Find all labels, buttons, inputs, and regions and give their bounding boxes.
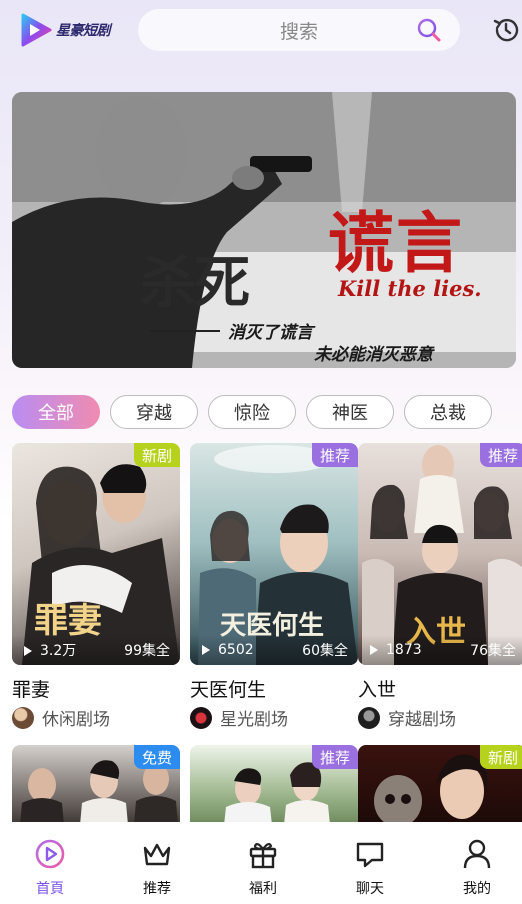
nav-recommend[interactable]: 推荐	[117, 822, 197, 904]
badge-new: 新剧	[479, 745, 522, 769]
banner-title-part2: 谎言	[328, 204, 464, 282]
nav-chat[interactable]: 聊天	[330, 822, 410, 904]
view-count: 3.2万	[24, 640, 76, 660]
studio-name: 星光剧场	[220, 710, 288, 730]
drama-title: 入世	[358, 679, 397, 701]
nav-label: 聊天	[356, 881, 384, 897]
badge-recommend: 推荐	[311, 745, 358, 769]
tab-ceo[interactable]: 总裁	[404, 395, 492, 429]
studio-info: 星光剧场	[190, 705, 288, 730]
poster-meta: 3.2万 99集全	[12, 635, 180, 665]
nav-label: 福利	[249, 881, 277, 897]
banner-title-part1: 杀死	[140, 250, 250, 316]
chat-icon	[356, 842, 384, 868]
view-count: 1873	[370, 642, 422, 658]
view-count: 6502	[202, 642, 254, 658]
nav-home[interactable]: 首頁	[10, 822, 90, 904]
logo-text: 星豪短剧	[56, 23, 111, 39]
banner-divider	[150, 330, 220, 332]
badge-recommend: 推荐	[479, 443, 522, 467]
badge-recommend: 推荐	[311, 443, 358, 467]
user-icon	[463, 839, 491, 869]
banner-subtitle-1: 消灭了谎言	[228, 323, 313, 343]
episode-count: 76集全	[470, 643, 516, 659]
gift-icon	[249, 842, 277, 869]
tab-time-travel[interactable]: 穿越	[110, 395, 198, 429]
drama-poster: 免费	[12, 745, 180, 825]
play-icon	[24, 646, 32, 656]
history-icon[interactable]	[492, 16, 520, 44]
drama-title: 天医何生	[190, 679, 267, 701]
search-icon	[417, 18, 441, 42]
drama-title: 罪妻	[12, 679, 51, 701]
search-bar[interactable]: 搜索	[138, 9, 460, 51]
tab-miracle-doctor[interactable]: 神医	[306, 395, 394, 429]
app-header: 星豪短剧 搜索	[0, 0, 522, 64]
nav-rewards[interactable]: 福利	[223, 822, 303, 904]
studio-avatar	[190, 706, 212, 729]
poster-meta: 1873 76集全	[358, 635, 522, 665]
studio-name: 休闲剧场	[42, 710, 110, 730]
nav-label: 首頁	[36, 881, 64, 897]
poster-meta: 6502 60集全	[190, 635, 358, 665]
badge-new: 新剧	[133, 443, 180, 467]
play-icon	[370, 645, 378, 655]
play-icon	[202, 645, 210, 655]
logo-play-icon	[21, 13, 52, 47]
drama-poster: 天医何生 推荐 6502 60集全	[190, 443, 358, 665]
banner-subtitle-2: 未必能消灭恶意	[314, 345, 433, 365]
studio-name: 穿越剧场	[388, 710, 456, 730]
view-count-text: 6502	[218, 642, 254, 658]
drama-poster: 入世 推荐 1873 76集全	[358, 443, 522, 665]
studio-avatar	[12, 706, 34, 729]
banner-english-title: Kill the lies.	[338, 276, 482, 301]
badge-free: 免费	[133, 745, 180, 769]
view-count-text: 1873	[386, 642, 422, 658]
studio-info: 休闲剧场	[12, 705, 110, 730]
episode-count: 60集全	[302, 643, 348, 659]
tab-thriller[interactable]: 惊险	[208, 395, 296, 429]
crown-icon	[143, 843, 171, 866]
nav-label: 推荐	[143, 881, 171, 897]
studio-avatar	[358, 706, 380, 729]
play-circle-icon	[35, 839, 65, 869]
drama-poster: 推荐	[190, 745, 358, 825]
featured-banner[interactable]: 杀死 谎言 Kill the lies. 消灭了谎言 未必能消灭恶意	[12, 92, 516, 368]
drama-poster: 罪妻 新剧 3.2万 99集全	[12, 443, 180, 665]
tab-all[interactable]: 全部	[12, 395, 100, 429]
view-count-text: 3.2万	[40, 643, 77, 659]
nav-profile[interactable]: 我的	[437, 822, 517, 904]
episode-count: 99集全	[124, 643, 170, 659]
nav-label: 我的	[463, 881, 491, 897]
app-logo[interactable]: 星豪短剧	[18, 10, 118, 50]
search-placeholder: 搜索	[279, 20, 318, 43]
drama-poster: 新剧	[358, 745, 522, 825]
studio-info: 穿越剧场	[358, 705, 456, 730]
bottom-nav: 首頁 推荐 福利 聊天 我的	[0, 822, 522, 904]
